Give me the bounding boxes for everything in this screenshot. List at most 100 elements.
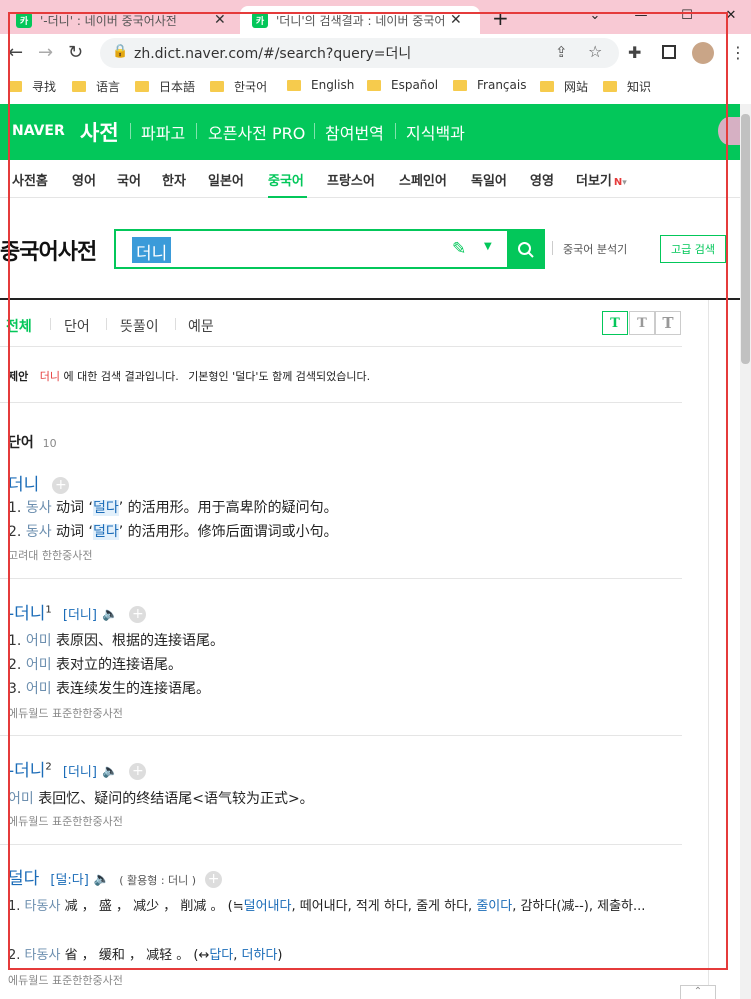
speaker-icon[interactable]: 🔈 <box>102 607 118 622</box>
divider <box>0 346 682 347</box>
add-wordbook-icon[interactable]: + <box>129 763 147 780</box>
dictionary-brand[interactable]: 사전 <box>80 117 119 147</box>
cat-korean[interactable]: 국어 <box>117 170 141 189</box>
bookmark-star-icon[interactable]: ☆ <box>588 42 602 61</box>
close-window-button[interactable]: ✕ <box>708 0 751 30</box>
naver-logo[interactable]: NAVER <box>12 123 65 139</box>
definition-line: 1. 타동사 减 ， 盛 ， 减少 ， 削减 。 (≒덜어내다, 떼어내다, 적… <box>8 899 646 914</box>
divider <box>552 241 553 255</box>
tab-all[interactable]: 전체 <box>6 316 32 336</box>
advanced-search-button[interactable]: 고급 검색 <box>660 235 726 263</box>
naver-favicon: 카 <box>252 12 268 28</box>
search-query[interactable]: 더니 <box>132 237 172 264</box>
definition-line: 3. 어미 表连续发生的连接语尾。 <box>8 681 211 697</box>
new-tab-button[interactable]: + <box>492 6 509 30</box>
folder-icon <box>453 79 467 91</box>
chevron-down-icon: ▾ <box>622 178 627 188</box>
entry-headword: -더니1 [더니] 🔈 + <box>8 599 147 624</box>
bookmark-folder[interactable]: Español <box>367 78 438 92</box>
speaker-icon[interactable]: 🔈 <box>94 872 110 887</box>
bookmark-folder[interactable]: 日本語 <box>135 78 195 95</box>
menu-open-dict-pro[interactable]: 오픈사전 PRO <box>208 120 305 144</box>
close-tab-icon[interactable]: ✕ <box>214 12 226 28</box>
cat-english[interactable]: 영어 <box>72 170 96 189</box>
scrollbar-thumb[interactable] <box>741 114 750 364</box>
bookmark-folder[interactable]: 网站 <box>540 78 588 95</box>
headword-link[interactable]: -더니 <box>8 761 45 781</box>
cat-spanish[interactable]: 스페인어 <box>399 170 447 189</box>
text-size-large[interactable]: T <box>655 311 681 335</box>
share-icon[interactable]: ⇪ <box>555 43 568 61</box>
cat-japanese[interactable]: 일본어 <box>208 170 244 189</box>
folder-icon <box>72 81 86 92</box>
headword-link[interactable]: 덜다 <box>8 869 39 889</box>
text-size-small[interactable]: T <box>602 311 628 335</box>
reload-icon[interactable]: ↻ <box>68 42 83 63</box>
headword-link[interactable]: 더니 <box>8 475 39 495</box>
browser-tab-bar: 카 '-더니' : 네이버 중국어사전 ✕ 카 '더니'의 검색결과 : 네이버… <box>0 0 751 34</box>
section-divider <box>0 298 740 300</box>
menu-dots-icon[interactable]: ⋮ <box>730 43 746 62</box>
minimize-button[interactable]: — <box>618 0 664 30</box>
tab-sep <box>175 318 176 330</box>
tab-search-icon[interactable]: ⌄ <box>572 0 618 30</box>
entry-source[interactable]: 에듀월드 표준한한중사전 <box>8 972 123 988</box>
definition-line: 1. 어미 表原因、根据的连接语尾。 <box>8 633 225 649</box>
url-text[interactable]: zh.dict.naver.com/#/search?query=더니 <box>134 43 411 63</box>
dropdown-arrow-icon[interactable]: ▼ <box>484 241 492 252</box>
add-wordbook-icon[interactable]: + <box>52 477 70 494</box>
entry-source[interactable]: 에듀월드 표준한한중사전 <box>8 705 123 721</box>
cat-eng-eng[interactable]: 영영 <box>530 170 554 189</box>
tab-example[interactable]: 예문 <box>188 316 214 336</box>
cat-hanja[interactable]: 한자 <box>162 170 186 189</box>
maximize-button[interactable]: ☐ <box>664 0 710 30</box>
scrollbar-track[interactable] <box>740 104 751 999</box>
cat-french[interactable]: 프랑스어 <box>327 170 375 189</box>
add-wordbook-icon[interactable]: + <box>205 871 223 888</box>
browser-tab-1[interactable]: 카 '-더니' : 네이버 중국어사전 ✕ <box>4 6 240 34</box>
speaker-icon[interactable]: 🔈 <box>102 764 118 779</box>
definition-line: 1. 동사 动词 ‘덜다’ 的活用形。用于高卑阶的疑问句。 <box>8 500 338 516</box>
text-size-medium[interactable]: T <box>629 311 655 335</box>
add-wordbook-icon[interactable]: + <box>129 606 147 623</box>
bookmark-folder[interactable]: 知识 <box>603 78 651 95</box>
cat-chinese[interactable]: 중국어 <box>268 170 304 189</box>
folder-icon <box>287 79 301 91</box>
bookmark-folder[interactable]: English <box>287 78 354 92</box>
headword-link[interactable]: -더니 <box>8 604 45 624</box>
extensions-icon[interactable]: ✚ <box>628 43 641 62</box>
lock-icon[interactable]: 🔒 <box>112 44 128 59</box>
browser-tab-2-active[interactable]: 카 '더니'의 검색결과 : 네이버 중국어 ✕ <box>240 6 480 34</box>
folder-icon <box>367 79 381 91</box>
back-icon[interactable]: ← <box>8 42 23 63</box>
bookmark-folder[interactable]: 寻找 <box>8 78 56 95</box>
menu-papago[interactable]: 파파고 <box>141 120 185 144</box>
tab-word[interactable]: 단어 <box>64 316 90 336</box>
search-box[interactable]: 더니 ✎ ▼ <box>114 229 545 269</box>
forward-icon[interactable]: → <box>38 42 53 63</box>
cat-german[interactable]: 독일어 <box>471 170 507 189</box>
close-tab-icon[interactable]: ✕ <box>450 12 462 28</box>
bookmark-folder[interactable]: Français <box>453 78 526 92</box>
cat-more[interactable]: 더보기 N▾ <box>576 170 627 189</box>
header-divider <box>196 123 197 139</box>
definition-line: 2. 어미 表对立的连接语尾。 <box>8 657 183 673</box>
bookmark-folder[interactable]: 한국어 <box>210 78 267 95</box>
analyzer-link[interactable]: 중국어 분석기 <box>563 241 627 257</box>
folder-icon <box>135 81 149 92</box>
tab-meaning[interactable]: 뜻풀이 <box>120 316 159 336</box>
menu-knowledge[interactable]: 지식백과 <box>406 120 465 144</box>
profile-avatar[interactable] <box>692 42 714 64</box>
entry-source[interactable]: 에듀월드 표준한한중사전 <box>8 813 123 829</box>
header-divider <box>395 123 396 139</box>
side-panel-icon[interactable] <box>662 45 676 59</box>
menu-translation[interactable]: 참여번역 <box>325 120 384 144</box>
handwriting-icon[interactable]: ✎ <box>452 239 466 259</box>
bookmark-folder[interactable]: 语言 <box>72 78 120 95</box>
search-button[interactable] <box>507 231 545 269</box>
address-bar[interactable]: 🔒 zh.dict.naver.com/#/search?query=더니 ⇪ … <box>100 38 619 68</box>
entry-source[interactable]: 고려대 한한중사전 <box>8 547 92 563</box>
cat-home[interactable]: 사전홈 <box>12 170 48 189</box>
user-avatar[interactable] <box>718 117 740 145</box>
scroll-top-button[interactable]: ⌃ <box>680 985 716 999</box>
